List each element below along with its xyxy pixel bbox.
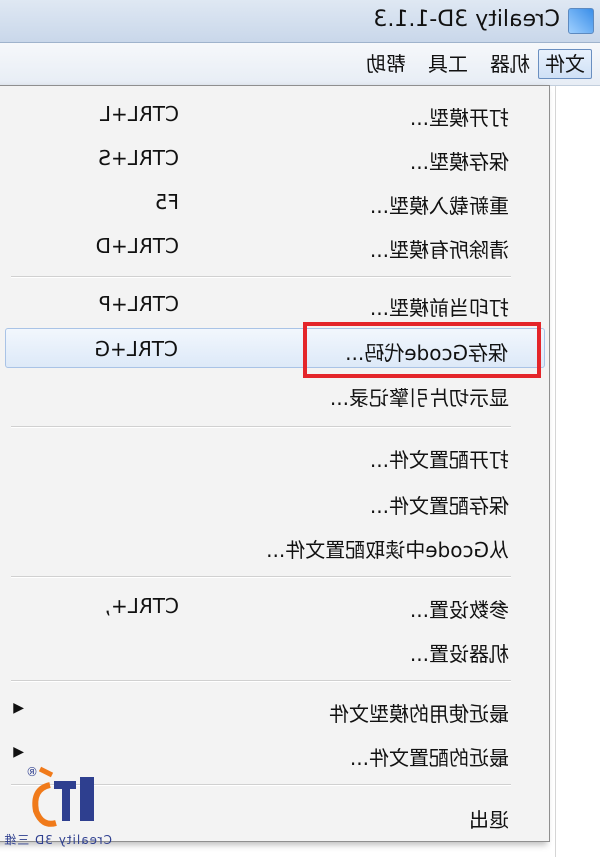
- menu-item-label: 保存模型...: [409, 150, 509, 174]
- menu-item-reload-model[interactable]: 重新载入模型... F5: [1, 182, 549, 222]
- logo-caption: Creality 3D 三维: [3, 831, 112, 848]
- menu-separator: [11, 276, 511, 278]
- menu-item-label: 清除所有模型...: [369, 238, 509, 262]
- menu-item-save-profile[interactable]: 保存配置文件...: [1, 482, 549, 522]
- menu-item-shortcut: CTRL+G: [94, 337, 178, 361]
- submenu-arrow-icon: ◀: [13, 700, 24, 716]
- file-menu-dropdown: 打开模型... CTRL+L 保存模型... CTRL+S 重新载入模型... …: [0, 85, 550, 842]
- menu-item-shortcut: F5: [154, 190, 179, 214]
- title-bar: Creality 3D-1.1.3: [0, 0, 600, 43]
- menu-item-label: 打开模型...: [409, 106, 509, 130]
- menu-item-label: 打开配置文件...: [369, 448, 509, 472]
- menu-help[interactable]: 帮助: [360, 50, 412, 78]
- menu-item-open-model[interactable]: 打开模型... CTRL+L: [1, 94, 549, 134]
- menu-tools[interactable]: 工具: [422, 50, 474, 78]
- menu-item-shortcut: CTRL+L: [99, 102, 179, 126]
- app-icon: [568, 8, 594, 34]
- creality-logo: ® Creality 3D 三维: [3, 765, 112, 855]
- menu-item-save-model[interactable]: 保存模型... CTRL+S: [1, 138, 549, 178]
- menu-item-shortcut: CTRL+P: [98, 292, 179, 316]
- highlight-annotation-box: [303, 322, 541, 378]
- menu-item-label: 退出: [469, 808, 509, 832]
- menu-item-label: 最近的配置文件...: [349, 746, 509, 770]
- menu-item-shortcut: CTRL+S: [98, 146, 179, 170]
- menu-item-shortcut: CTRL+D: [95, 234, 179, 258]
- menu-item-open-profile[interactable]: 打开配置文件...: [1, 436, 549, 476]
- menu-file[interactable]: 文件: [538, 49, 592, 79]
- registered-mark: ®: [26, 765, 38, 779]
- menu-item-load-profile-from-gcode[interactable]: 从Gcode中读取配置文件...: [1, 526, 549, 566]
- menu-item-clear-models[interactable]: 清除所有模型... CTRL+D: [1, 226, 549, 266]
- menu-item-print-model[interactable]: 打印当前模型... CTRL+P: [1, 284, 549, 324]
- menu-item-preferences[interactable]: 参数设置... CTRL+,: [1, 586, 549, 626]
- workspace-edge: [555, 86, 600, 857]
- submenu-arrow-icon: ◀: [13, 744, 24, 760]
- menu-separator: [11, 426, 511, 428]
- menu-item-label: 参数设置...: [409, 598, 509, 622]
- menu-item-label: 重新载入模型...: [369, 194, 509, 218]
- menu-item-machine-settings[interactable]: 机器设置...: [1, 630, 549, 670]
- menu-item-label: 机器设置...: [409, 642, 509, 666]
- menu-item-label: 从Gcode中读取配置文件...: [266, 538, 509, 562]
- menu-item-shortcut: CTRL+,: [104, 594, 179, 618]
- menu-item-label: 打印当前模型...: [369, 296, 509, 320]
- window-title: Creality 3D-1.1.3: [373, 7, 560, 32]
- logo-cn: 三维: [3, 833, 30, 847]
- menu-item-recent-models[interactable]: 最近使用的模型文件 ◀: [1, 690, 549, 730]
- menu-item-label: 显示切片引擎记录...: [329, 386, 509, 410]
- menu-item-label: 最近使用的模型文件: [329, 702, 509, 726]
- menu-item-label: 保存配置文件...: [369, 494, 509, 518]
- menu-item-slice-engine-log[interactable]: 显示切片引擎记录...: [1, 374, 549, 414]
- menu-machine[interactable]: 机器: [484, 50, 536, 78]
- screenshot-stage: Creality 3D-1.1.3 文件 机器 工具 帮助 打开模型... CT…: [0, 0, 600, 857]
- logo-text: Creality 3D: [34, 833, 112, 847]
- menu-separator: [11, 576, 511, 578]
- menu-separator: [11, 680, 511, 682]
- menu-bar: 文件 机器 工具 帮助: [0, 43, 600, 86]
